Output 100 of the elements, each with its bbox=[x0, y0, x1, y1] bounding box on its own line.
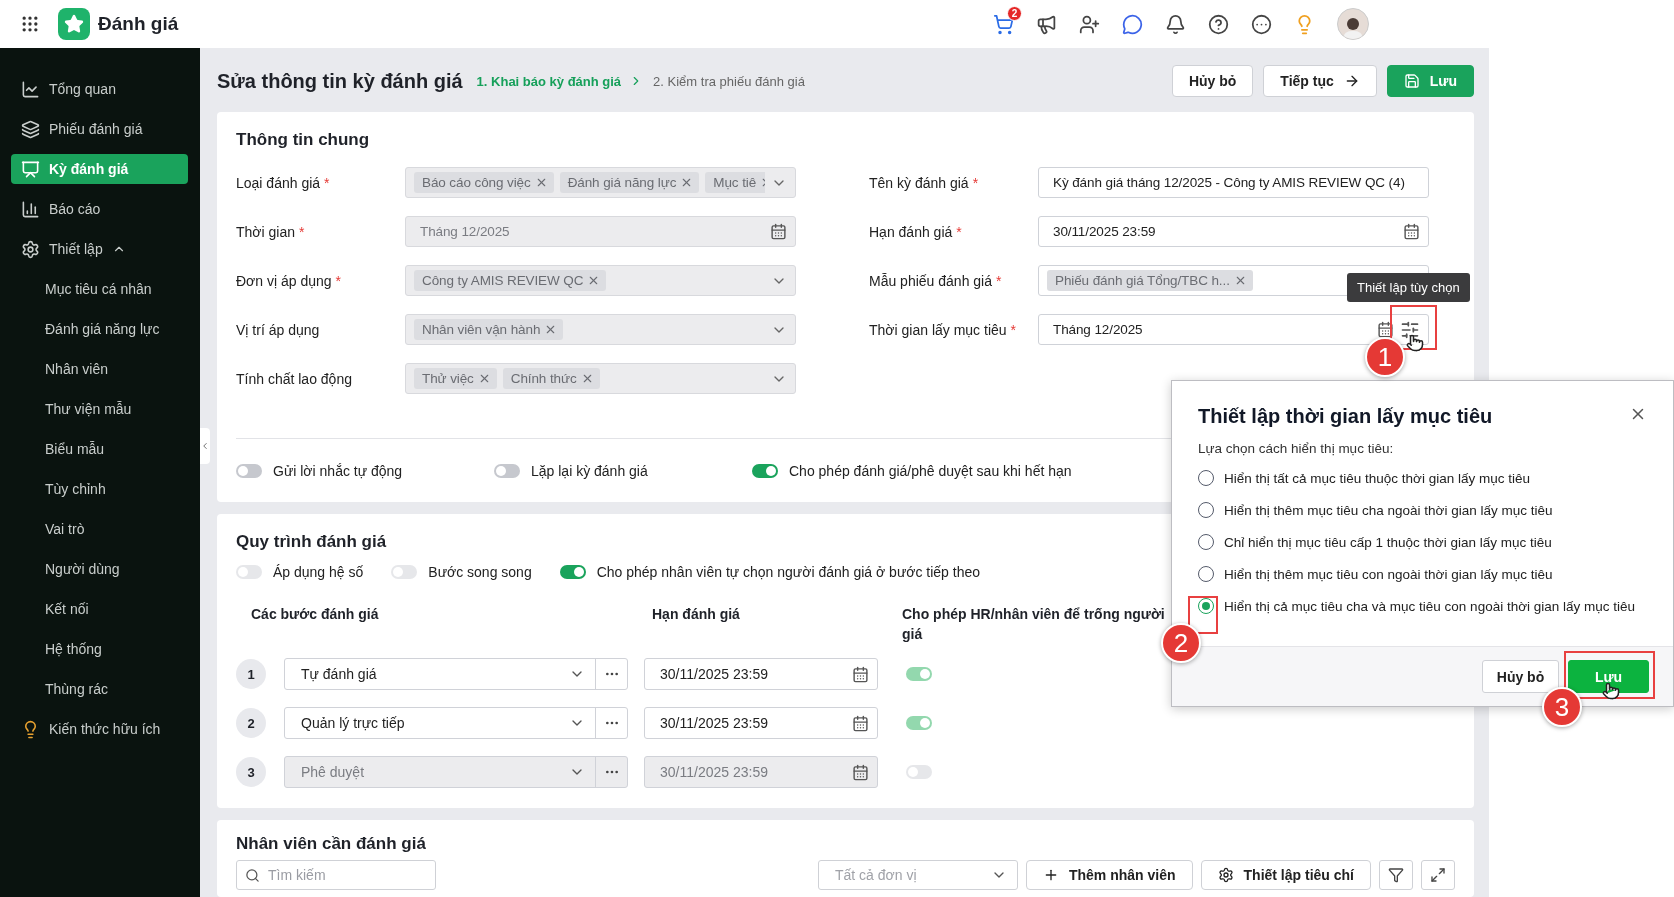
criteria-settings-button[interactable]: Thiết lập tiêu chí bbox=[1200, 860, 1371, 890]
date-field[interactable]: Tháng 12/2025 bbox=[1038, 314, 1429, 345]
step-link[interactable]: 2. Kiểm tra phiếu đánh giá bbox=[653, 73, 805, 89]
option-label: Hiển thị thêm mục tiêu con ngoài thời gian lấy mục tiêu bbox=[1224, 566, 1553, 582]
tag: Chính thức bbox=[502, 368, 600, 389]
bar-chart-icon bbox=[21, 199, 40, 219]
help-icon[interactable] bbox=[1208, 13, 1229, 35]
chart-icon bbox=[21, 79, 40, 99]
step-number: 2 bbox=[236, 708, 266, 738]
sidebar-item[interactable]: Thư viện mẫu bbox=[11, 394, 188, 424]
sidebar-item[interactable]: Đánh giá năng lực bbox=[11, 314, 188, 344]
cursor-icon bbox=[1602, 682, 1620, 700]
continue-button[interactable]: Tiếp tục bbox=[1263, 65, 1377, 97]
field-label: Loại đánh giá * bbox=[236, 174, 331, 191]
megaphone-icon[interactable] bbox=[1036, 13, 1057, 35]
settings-icon bbox=[21, 239, 40, 259]
sidebar-item[interactable]: Tổng quan bbox=[11, 74, 188, 104]
add-employee-button[interactable]: Thêm nhân viên bbox=[1025, 860, 1193, 890]
sidebar-item[interactable]: Vai trò bbox=[11, 514, 188, 544]
calendar-icon bbox=[852, 665, 869, 683]
apps-menu-icon[interactable] bbox=[20, 14, 40, 34]
more-icon[interactable] bbox=[1251, 13, 1272, 35]
toggle-label: Áp dụng hệ số bbox=[273, 564, 364, 580]
toggle-label: Gửi lời nhắc tự động bbox=[273, 463, 403, 479]
option-label: Chỉ hiển thị mục tiêu cấp 1 thuộc thời gian lấy mục tiêu bbox=[1224, 534, 1552, 550]
toggle-switch[interactable] bbox=[494, 464, 520, 478]
calendar-icon bbox=[1377, 321, 1394, 338]
field-label: Tính chất lao động bbox=[236, 370, 353, 387]
sidebar-item[interactable]: Hệ thống bbox=[11, 634, 188, 664]
gear-icon bbox=[1217, 867, 1234, 883]
sidebar-item[interactable]: Phiếu đánh giá bbox=[11, 114, 188, 144]
date-field[interactable]: 30/11/2025 23:59 bbox=[644, 707, 878, 739]
sidebar-item[interactable]: Người dùng bbox=[11, 554, 188, 584]
dialog-title: Thiết lập thời gian lấy mục tiêu bbox=[1198, 405, 1493, 428]
column-header: Hạn đánh giá bbox=[652, 605, 741, 624]
notification-badge: 2 bbox=[1007, 5, 1022, 21]
layers-icon bbox=[21, 119, 40, 139]
toggle-switch[interactable] bbox=[906, 667, 932, 681]
cart-icon[interactable] bbox=[993, 13, 1014, 35]
sidebar-item[interactable]: Biểu mẫu bbox=[11, 434, 188, 464]
tag: Mục tiê bbox=[705, 172, 765, 193]
field-label: Thời gian * bbox=[236, 223, 306, 240]
filter-icon bbox=[1388, 867, 1404, 883]
search-icon bbox=[245, 867, 260, 883]
save-icon bbox=[1403, 73, 1420, 89]
sidebar-item[interactable]: Nhân viên bbox=[11, 354, 188, 384]
step-select[interactable]: Tự đánh giá bbox=[284, 658, 628, 690]
search-field[interactable]: Tìm kiếm bbox=[236, 860, 436, 890]
toggle-label: Bước song song bbox=[428, 564, 532, 580]
tooltip: Thiết lập tùy chọn bbox=[1347, 273, 1470, 302]
sidebar-item[interactable]: Thiết lập bbox=[11, 234, 188, 264]
field-label: Thời gian lấy mục tiêu * bbox=[869, 321, 1018, 338]
field-label: Đơn vị áp dụng * bbox=[236, 272, 343, 289]
filter-button[interactable] bbox=[1379, 860, 1413, 890]
collapse-handle[interactable] bbox=[200, 428, 210, 464]
chat-icon[interactable] bbox=[1122, 13, 1143, 35]
add-user-icon[interactable] bbox=[1079, 13, 1100, 35]
toggle-switch[interactable] bbox=[559, 565, 586, 579]
sidebar-item[interactable]: Thùng rác bbox=[11, 674, 188, 704]
toggle-switch[interactable] bbox=[752, 464, 778, 478]
sidebar-item[interactable]: Kết nối bbox=[11, 594, 188, 624]
field-label: Mẫu phiếu đánh giá * bbox=[869, 272, 1003, 289]
toggle-switch[interactable] bbox=[236, 565, 262, 579]
toggle-switch[interactable] bbox=[906, 716, 932, 730]
cursor-icon bbox=[1406, 334, 1424, 352]
user-avatar[interactable] bbox=[1337, 8, 1369, 40]
cancel-button[interactable]: Hủy bỏ bbox=[1171, 65, 1254, 97]
tag: Nhân viên vận hành bbox=[414, 319, 564, 340]
expand-icon bbox=[1430, 867, 1446, 883]
settings-button[interactable] bbox=[1400, 319, 1420, 340]
field-label: Hạn đánh giá * bbox=[869, 223, 963, 240]
date-field[interactable]: 30/11/2025 23:59 bbox=[644, 658, 878, 690]
date-field[interactable]: 30/11/2025 23:59 bbox=[1038, 216, 1429, 247]
option-label: Hiển thị cả mục tiêu cha và mục tiêu con ngoài thời gian lấy mục tiêu bbox=[1224, 598, 1636, 614]
bell-icon[interactable] bbox=[1165, 13, 1186, 35]
chevron-left-icon bbox=[200, 441, 210, 451]
calendar-icon bbox=[852, 714, 869, 732]
cancel-button[interactable]: Hủy bỏ bbox=[1482, 660, 1559, 693]
step-number: 3 bbox=[236, 757, 266, 787]
toggle-switch[interactable] bbox=[391, 565, 418, 579]
app-title: Đánh giá bbox=[98, 13, 179, 35]
sidebar-item[interactable]: Mục tiêu cá nhân bbox=[11, 274, 188, 304]
option-label: Hiển thị tất cả mục tiêu thuộc thời gian lấy mục tiêu bbox=[1224, 470, 1530, 486]
sidebar-item[interactable]: Kiến thức hữu ích bbox=[11, 714, 188, 744]
expand-button[interactable] bbox=[1421, 860, 1455, 890]
tag: Báo cáo công việc bbox=[414, 172, 554, 193]
logo-icon bbox=[58, 8, 90, 40]
field-label: Tên kỳ đánh giá * bbox=[869, 174, 980, 191]
tag: Công ty AMIS REVIEW QC bbox=[414, 270, 607, 291]
text-field[interactable]: Kỳ đánh giá tháng 12/2025 - Công ty AMIS REVIEW QC (4) bbox=[1038, 167, 1429, 198]
toggle-label: Lặp lại kỳ đánh giá bbox=[531, 463, 648, 479]
sidebar-item[interactable]: Tùy chỉnh bbox=[11, 474, 188, 504]
section-title: Quy trình đánh giá bbox=[236, 532, 387, 552]
column-header: Các bước đánh giá bbox=[250, 605, 380, 624]
toggle-label: Cho phép nhân viên tự chọn người đánh giá ở bước tiếp theo bbox=[596, 564, 981, 580]
sidebar-item[interactable]: Báo cáo bbox=[11, 194, 188, 224]
presentation-icon bbox=[21, 159, 40, 179]
page-title: Sửa thông tin kỳ đánh giá bbox=[217, 69, 463, 93]
toggle-switch[interactable] bbox=[236, 464, 262, 478]
step-select[interactable]: Quản lý trực tiếp bbox=[284, 707, 628, 739]
